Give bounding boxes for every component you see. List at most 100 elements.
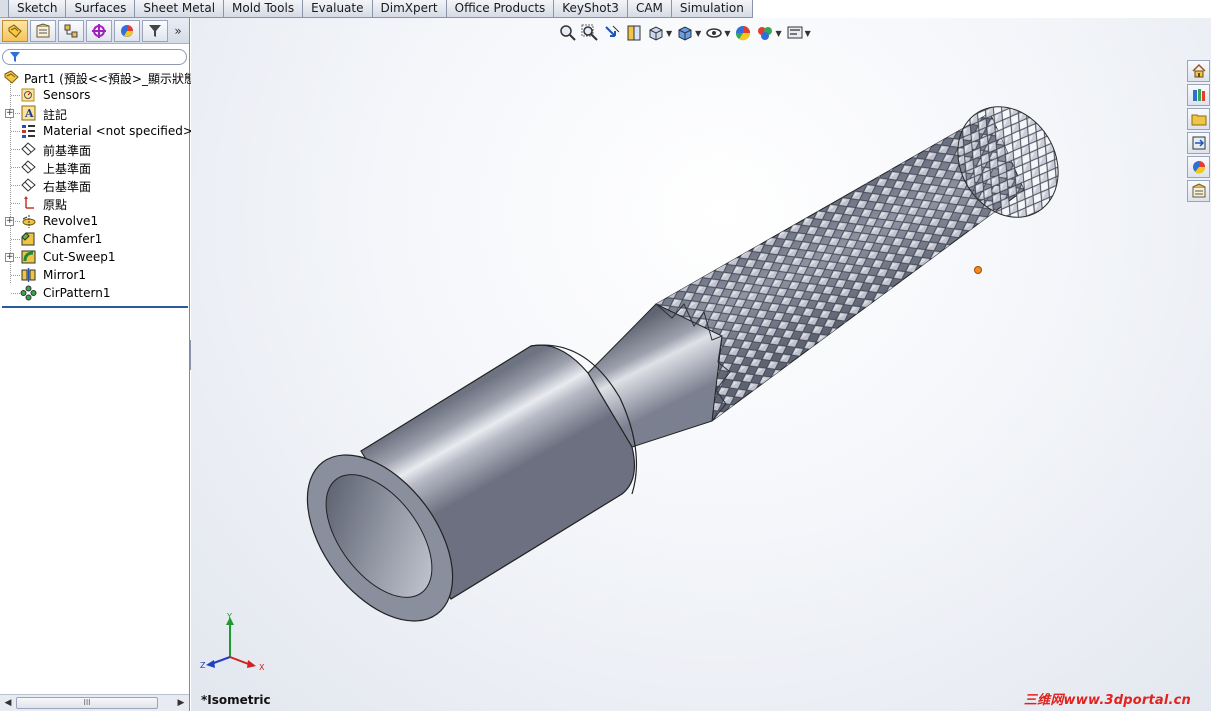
horizontal-scrollbar[interactable]: ◀ III ▶ [0, 694, 189, 711]
tree-item-right-plane[interactable]: 右基準面 [0, 176, 189, 194]
tree-item-mirror1[interactable]: Mirror1 [0, 266, 189, 284]
previous-view-button[interactable] [603, 23, 621, 43]
section-view-button[interactable] [625, 23, 643, 43]
tab-surfaces[interactable]: Surfaces [65, 0, 136, 18]
dimxpert-manager-icon [92, 23, 106, 38]
scroll-right-icon[interactable]: ▶ [175, 697, 187, 709]
tree-item-label: 右基準面 [43, 180, 92, 194]
tree-item-front-plane[interactable]: 前基準面 [0, 140, 189, 158]
triad-z-arrow [206, 660, 215, 668]
tab-simulation[interactable]: Simulation [670, 0, 753, 18]
part-model[interactable] [191, 18, 1211, 711]
plane-icon [21, 178, 36, 192]
scroll-left-icon[interactable]: ◀ [2, 697, 14, 709]
expand-toggle[interactable]: + [5, 217, 14, 226]
filter-tab[interactable] [142, 19, 168, 42]
tab-sheet-metal[interactable]: Sheet Metal [134, 0, 225, 18]
origin-icon [24, 196, 34, 209]
feature-manager-panel: » Part1 (預設<<預設>_顯示狀態 Sensors + A 註記 Mat… [0, 18, 196, 711]
tree-item-label: Chamfer1 [43, 232, 103, 246]
rollback-bar[interactable] [2, 306, 188, 308]
expand-toggle[interactable]: + [5, 109, 14, 118]
zoom-to-area-button[interactable] [581, 23, 599, 43]
custom-properties-tab[interactable] [1187, 180, 1210, 202]
appearances-scenes-tab[interactable] [1187, 156, 1210, 178]
dimxpert-manager-tab[interactable] [86, 19, 112, 42]
scene-icon [758, 27, 773, 40]
part-icon [4, 70, 19, 84]
tree-connector [11, 275, 20, 276]
tree-item-label: Sensors [43, 88, 91, 102]
tree-root-part[interactable]: Part1 (預設<<預設>_顯示狀態 [0, 68, 196, 86]
display-style-button[interactable]: ▼ [676, 23, 701, 43]
tree-item-sensors[interactable]: Sensors [0, 86, 189, 104]
tree-connector [11, 185, 20, 186]
view-orientation-button[interactable]: ▼ [647, 23, 672, 43]
view-settings-button[interactable]: ▼ [786, 23, 811, 43]
view-palette-icon [1192, 136, 1205, 150]
reference-triad[interactable]: Y X Z [199, 613, 269, 673]
tab-keyshot3[interactable]: KeyShot3 [553, 0, 628, 18]
home-icon [1191, 63, 1206, 78]
feature-manager-tab[interactable] [2, 19, 28, 42]
zoom-to-area-icon [581, 24, 598, 41]
edit-appearance-button[interactable] [734, 23, 752, 43]
tree-item-material[interactable]: Material <not specified> [0, 122, 193, 140]
zoom-to-fit-button[interactable] [559, 23, 577, 43]
tree-item-revolve1[interactable]: + Revolve1 [0, 212, 189, 230]
plane-icon [21, 160, 36, 174]
tree-connector [11, 95, 20, 96]
graphics-area[interactable]: ◫ ◧ _ ❐ ✕ [191, 18, 1211, 711]
sensors-icon [21, 88, 35, 102]
property-manager-tab[interactable] [30, 19, 56, 42]
more-tabs-button[interactable]: » [170, 20, 186, 42]
chevron-down-icon: ▼ [724, 28, 731, 38]
view-palette-tab[interactable] [1187, 132, 1210, 154]
expand-toggle[interactable]: + [5, 253, 14, 262]
chevron-down-icon: ▼ [775, 28, 782, 38]
tree-item-label: Cut-Sweep1 [43, 250, 116, 264]
tree-item-label: Revolve1 [43, 214, 99, 228]
tree-item-chamfer1[interactable]: Chamfer1 [0, 230, 189, 248]
tree-item-top-plane[interactable]: 上基準面 [0, 158, 189, 176]
watermark-text: 三维网www.3dportal.cn [1023, 693, 1191, 708]
tab-office-products[interactable]: Office Products [445, 0, 555, 18]
triad-x-label: X [259, 663, 265, 672]
file-explorer-tab[interactable] [1187, 108, 1210, 130]
panel-toolbar: » [0, 18, 189, 44]
apply-scene-button[interactable]: ▼ [756, 23, 782, 43]
configuration-manager-tab[interactable] [58, 19, 84, 42]
tab-evaluate[interactable]: Evaluate [302, 0, 373, 18]
cut-sweep-icon [21, 250, 36, 264]
tab-cam[interactable]: CAM [626, 0, 672, 18]
tab-sketch[interactable]: Sketch [8, 0, 67, 18]
tree-item-label: 前基準面 [43, 144, 92, 158]
solidworks-resources-tab[interactable] [1187, 60, 1210, 82]
tree-item-cirpattern1[interactable]: CirPattern1 [0, 284, 189, 302]
tree-item-cut-sweep1[interactable]: + Cut-Sweep1 [0, 248, 189, 266]
task-pane-tabs [1187, 60, 1211, 202]
funnel-icon [10, 52, 20, 62]
triad-y-label: Y [226, 613, 232, 621]
tree-item-origin[interactable]: 原點 [0, 194, 189, 212]
revolve-icon [22, 215, 36, 228]
tree-item-annotations[interactable]: + A 註記 [0, 104, 189, 122]
svg-text:A: A [24, 107, 34, 120]
tab-mold-tools[interactable]: Mold Tools [223, 0, 304, 18]
chamfer-icon [21, 232, 35, 246]
display-manager-tab[interactable] [114, 19, 140, 42]
design-library-tab[interactable] [1187, 84, 1210, 106]
tree-connector [11, 293, 20, 294]
filter-icon [149, 24, 161, 37]
configuration-manager-icon [64, 24, 78, 37]
feature-manager-icon [8, 23, 22, 38]
feature-tree: Part1 (預設<<預設>_顯示狀態 Sensors + A 註記 Mater… [0, 68, 196, 302]
view-orientation-icon [649, 26, 663, 41]
tab-dimxpert[interactable]: DimXpert [371, 0, 447, 18]
folder-icon [1191, 114, 1206, 126]
tree-connector [11, 131, 20, 132]
tree-filter-input[interactable] [2, 49, 187, 65]
tree-connector [11, 167, 20, 168]
hide-show-items-button[interactable]: ▼ [705, 23, 730, 43]
scroll-thumb[interactable]: III [16, 697, 158, 709]
